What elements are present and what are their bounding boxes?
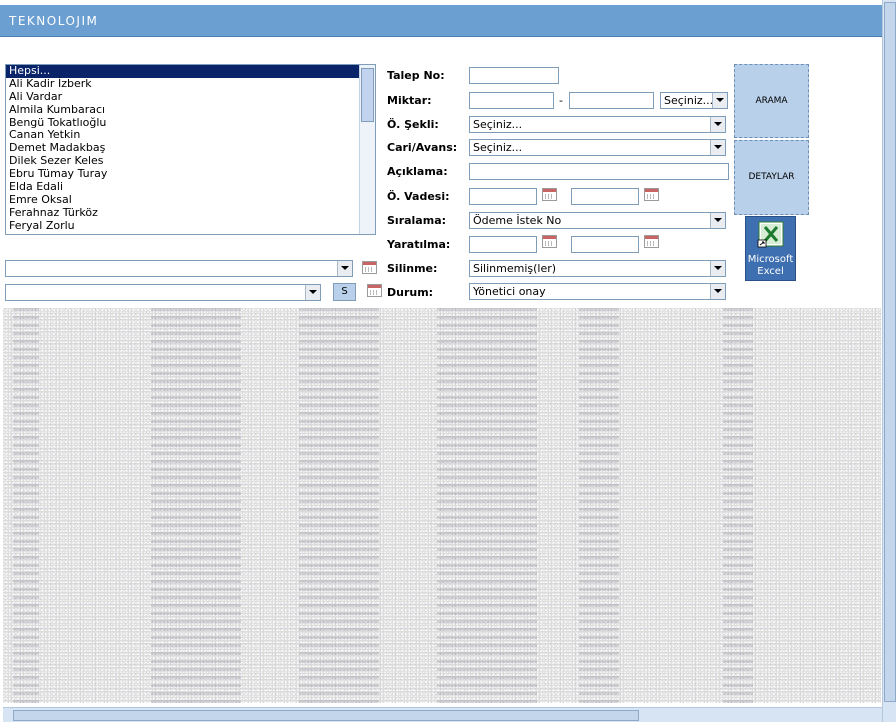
detaylar-button[interactable]: DETAYLAR [734,140,809,215]
cari-avans-label: Cari/Avans: [387,141,458,154]
user-list-item[interactable]: Elda Edali [6,180,361,194]
chevron-down-icon[interactable] [710,213,725,228]
grid-column [13,308,39,703]
excel-button-label: Microsoft Excel [747,254,794,277]
grid-column [579,308,619,703]
results-grid[interactable] [3,308,881,703]
user-list-item[interactable]: Almila Kumbaracı [6,103,361,117]
chevron-down-icon[interactable] [712,93,727,108]
chevron-down-icon[interactable] [710,117,725,132]
calendar-icon[interactable] [644,188,659,201]
miktar-currency-select[interactable]: Seçiniz... [660,92,728,109]
user-filter-combo-2[interactable] [5,284,321,301]
chevron-down-icon[interactable] [710,261,725,276]
odeme-sekli-value: Seçiniz... [473,118,523,131]
miktar-from-input[interactable] [469,92,554,109]
yaratilma-to-input[interactable] [571,236,639,253]
user-list-item[interactable]: Feryal Zorlu [6,219,361,233]
user-list-item[interactable]: Ali Kadir İzberk [6,77,361,91]
user-list-item[interactable]: Emre Oksal [6,193,361,207]
chevron-down-icon[interactable] [305,285,320,300]
silinme-label: Silinme: [387,262,438,275]
horizontal-scroll-thumb[interactable] [13,710,639,721]
durum-select[interactable]: Yönetici onay [469,283,726,300]
cari-avans-value: Seçiniz... [473,141,523,154]
user-list-item[interactable]: Ferahnaz Türköz [6,206,361,220]
excel-icon [757,221,784,248]
app-title: TEKNOLOJIM [9,14,99,28]
grid-column [437,308,537,703]
siralama-value: Ödeme İstek No [473,214,562,227]
cari-avans-select[interactable]: Seçiniz... [469,139,726,156]
odeme-vadesi-label: Ö. Vadesi: [387,190,450,203]
excel-export-button[interactable]: Microsoft Excel [745,216,796,281]
odeme-sekli-select[interactable]: Seçiniz... [469,116,726,133]
user-listbox[interactable]: Hepsi... Ali Kadir İzberk Ali Vardar Almila… [5,64,376,235]
durum-value: Yönetici onay [473,285,546,298]
silinme-select[interactable]: Silinmemiş(ler) [469,260,726,277]
miktar-to-input[interactable] [569,92,654,109]
aciklama-input[interactable] [469,163,729,180]
odeme-vadesi-to-input[interactable] [571,188,639,205]
silinme-value: Silinmemiş(ler) [473,262,557,275]
grid-column [723,308,753,703]
user-list-item[interactable]: Ali Vardar [6,90,361,104]
miktar-separator: - [559,94,563,107]
yaratilma-label: Yaratılma: [387,238,451,251]
calendar-icon[interactable] [542,188,557,201]
user-list-item[interactable]: Hepsi... [6,65,361,78]
miktar-label: Miktar: [387,94,432,107]
title-bar: TEKNOLOJIM [0,5,882,37]
user-list-scroll-thumb[interactable] [361,68,374,122]
calendar-icon[interactable] [644,235,659,248]
calendar-icon[interactable] [362,261,377,274]
chevron-down-icon[interactable] [710,284,725,299]
user-filter-combo-1[interactable] [5,260,353,277]
miktar-currency-value: Seçiniz... [664,94,714,107]
siralama-select[interactable]: Ödeme İstek No [469,212,726,229]
odeme-vadesi-from-input[interactable] [469,188,537,205]
s-button[interactable]: S [333,283,356,301]
grid-column [151,308,241,703]
horizontal-scrollbar[interactable] [3,707,882,722]
odeme-sekli-label: Ö. Şekli: [387,118,439,131]
arama-button[interactable]: ARAMA [734,64,809,138]
talep-no-input[interactable] [469,67,559,84]
grid-column [299,308,379,703]
user-list-items: Hepsi... Ali Kadir İzberk Ali Vardar Almila… [6,65,361,233]
yaratilma-from-input[interactable] [469,236,537,253]
calendar-icon[interactable] [367,284,382,297]
aciklama-label: Açıklama: [387,165,448,178]
durum-label: Durum: [387,286,434,299]
siralama-label: Sıralama: [387,214,447,227]
page-vertical-scrollbar[interactable] [882,0,896,722]
user-list-scrollbar[interactable] [359,65,375,234]
talep-no-label: Talep No: [387,69,445,82]
page-vertical-scroll-thumb[interactable] [884,2,896,702]
chevron-down-icon[interactable] [337,261,352,276]
calendar-icon[interactable] [542,235,557,248]
chevron-down-icon[interactable] [710,140,725,155]
